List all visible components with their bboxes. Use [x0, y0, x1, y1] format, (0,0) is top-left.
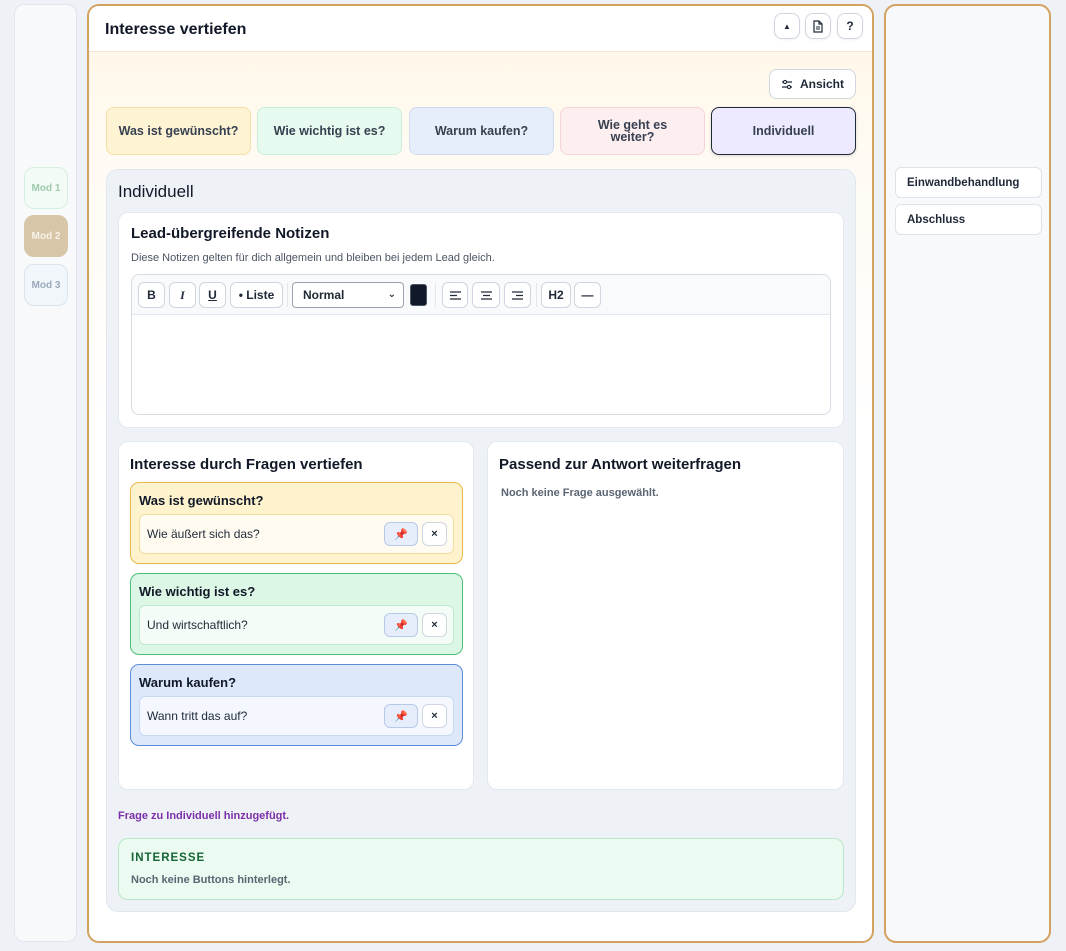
- pin-icon: 📌: [394, 528, 408, 541]
- question-group-title: Was ist gewünscht?: [139, 493, 264, 508]
- view-button-label: Ansicht: [799, 77, 844, 91]
- toolbar-divider: [435, 283, 436, 307]
- interest-box: INTERESSE Noch keine Buttons hinterlegt.: [118, 838, 844, 900]
- editor-toolbar: B I U • Liste Normal ⌄ H2 —: [132, 275, 830, 315]
- list-button[interactable]: • Liste: [230, 282, 283, 308]
- pin-button[interactable]: 📌: [384, 704, 418, 728]
- sliders-icon: [781, 79, 792, 89]
- notes-subtitle: Diese Notizen gelten für dich allgemein …: [131, 252, 495, 264]
- toolbar-divider: [287, 283, 288, 307]
- notes-editor: B I U • Liste Normal ⌄ H2 —: [131, 274, 831, 415]
- align-left-button[interactable]: [442, 282, 468, 308]
- sidebar-item-einwandbehandlung[interactable]: Einwandbehandlung: [895, 167, 1042, 198]
- help-button[interactable]: ?: [837, 13, 863, 39]
- tab-wie-wichtig[interactable]: Wie wichtig ist es?: [257, 107, 402, 155]
- format-select-value: Normal: [303, 288, 345, 302]
- question-group: Wie wichtig ist es? Und wirtschaftlich? …: [130, 573, 463, 655]
- italic-button[interactable]: I: [169, 282, 196, 308]
- notes-card: Lead-übergreifende Notizen Diese Notizen…: [118, 212, 844, 428]
- align-center-icon: [480, 290, 492, 300]
- interest-title: INTERESSE: [131, 852, 206, 864]
- notes-editor-content[interactable]: [132, 315, 830, 414]
- question-group: Was ist gewünscht? Wie äußert sich das? …: [130, 482, 463, 564]
- remove-button[interactable]: ×: [422, 522, 447, 546]
- notes-title: Lead-übergreifende Notizen: [131, 225, 330, 242]
- tab-individuell[interactable]: Individuell: [711, 107, 856, 155]
- mod-1-button[interactable]: Mod 1: [24, 167, 68, 209]
- tab-label: Warum kaufen?: [434, 124, 529, 138]
- align-left-icon: [449, 290, 461, 300]
- question-item[interactable]: Wann tritt das auf? 📌 ×: [139, 696, 454, 736]
- heading-button[interactable]: H2: [541, 282, 571, 308]
- status-message: Frage zu Individuell hinzugefügt.: [118, 810, 290, 822]
- panel-title: Individuell: [118, 182, 194, 201]
- tab-was-ist-gewuenscht[interactable]: Was ist gewünscht?: [106, 107, 251, 155]
- main-header: Interesse vertiefen ▲ ?: [89, 6, 872, 52]
- horizontal-rule-button[interactable]: —: [574, 282, 601, 308]
- close-icon: ×: [431, 619, 438, 631]
- mod-2-button[interactable]: Mod 2: [24, 215, 68, 257]
- triangle-up-icon: ▲: [783, 21, 791, 31]
- mod-3-button[interactable]: Mod 3: [24, 264, 68, 306]
- followup-title: Passend zur Antwort weiterfragen: [499, 456, 741, 473]
- toolbar-divider: [536, 283, 537, 307]
- pin-button[interactable]: 📌: [384, 613, 418, 637]
- right-rail: Einwandbehandlung Abschluss: [884, 4, 1051, 943]
- align-center-button[interactable]: [472, 282, 500, 308]
- underline-button[interactable]: U: [199, 282, 226, 308]
- question-text: Wie äußert sich das?: [147, 527, 260, 541]
- question-group-title: Warum kaufen?: [139, 675, 237, 690]
- remove-button[interactable]: ×: [422, 613, 447, 637]
- remove-button[interactable]: ×: [422, 704, 447, 728]
- followup-card: Passend zur Antwort weiterfragen Noch ke…: [487, 441, 844, 790]
- tab-label: Individuell: [752, 124, 815, 138]
- questions-title: Interesse durch Fragen vertiefen: [130, 456, 363, 473]
- followup-empty-text: Noch keine Frage ausgewählt.: [501, 487, 659, 499]
- tab-wie-geht-es-weiter[interactable]: Wie geht es weiter?: [560, 107, 705, 155]
- collapse-button[interactable]: ▲: [774, 13, 800, 39]
- close-icon: ×: [431, 528, 438, 540]
- align-right-button[interactable]: [504, 282, 531, 308]
- main-panel: Interesse vertiefen ▲ ? Ansicht Was ist …: [87, 4, 874, 943]
- question-item[interactable]: Und wirtschaftlich? 📌 ×: [139, 605, 454, 645]
- bold-button[interactable]: B: [138, 282, 165, 308]
- document-icon: [813, 19, 823, 33]
- tab-label: Was ist gewünscht?: [118, 124, 239, 138]
- view-button[interactable]: Ansicht: [769, 69, 856, 99]
- text-color-button[interactable]: [410, 284, 427, 306]
- interest-subtitle: Noch keine Buttons hinterlegt.: [131, 874, 291, 886]
- tab-label: Wie geht es weiter?: [597, 118, 668, 144]
- pin-button[interactable]: 📌: [384, 522, 418, 546]
- page-title: Interesse vertiefen: [105, 21, 247, 38]
- question-item[interactable]: Wie äußert sich das? 📌 ×: [139, 514, 454, 554]
- question-group: Warum kaufen? Wann tritt das auf? 📌 ×: [130, 664, 463, 746]
- sidebar-item-abschluss[interactable]: Abschluss: [895, 204, 1042, 235]
- tab-warum-kaufen[interactable]: Warum kaufen?: [409, 107, 554, 155]
- question-text: Wann tritt das auf?: [147, 709, 248, 723]
- pin-icon: 📌: [394, 619, 408, 632]
- close-icon: ×: [431, 710, 438, 722]
- format-select[interactable]: Normal ⌄: [292, 282, 404, 308]
- module-rail: Mod 1 Mod 2 Mod 3: [14, 4, 77, 942]
- align-right-icon: [512, 290, 523, 300]
- questions-card: Interesse durch Fragen vertiefen Was ist…: [118, 441, 474, 790]
- question-text: Und wirtschaftlich?: [147, 618, 248, 632]
- pin-icon: 📌: [394, 710, 408, 723]
- question-group-title: Wie wichtig ist es?: [139, 584, 256, 599]
- chevron-down-icon: ⌄: [387, 289, 396, 300]
- tab-label: Wie wichtig ist es?: [273, 124, 386, 138]
- individuell-panel: Individuell Lead-übergreifende Notizen D…: [106, 169, 856, 912]
- document-button[interactable]: [805, 13, 831, 39]
